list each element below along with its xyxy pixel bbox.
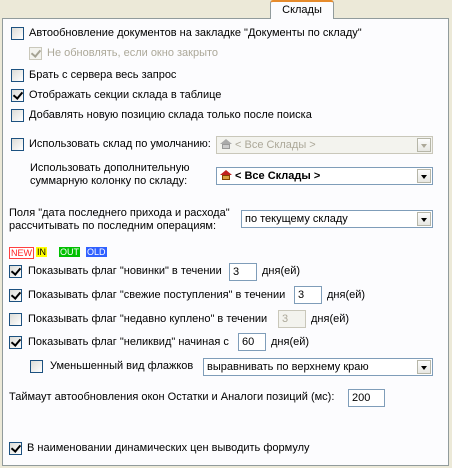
formula-label: В наименовании динамических цен выводить… [27,442,310,454]
badge-new: NEW [9,247,34,259]
no-update-closed-label: Не обновлять, если окно закрыто [47,47,219,59]
new-days-input[interactable]: 3 [229,263,257,281]
date-fields-label-2: рассчитывать по последним операциям: [9,220,217,232]
auto-update-docs-checkbox[interactable] [11,27,24,40]
chevron-down-icon[interactable] [417,138,431,152]
formula-checkbox[interactable] [9,442,22,455]
use-default-warehouse-checkbox[interactable] [11,138,24,151]
extra-column-label-2: суммарную колонку по складу: [30,175,188,187]
show-sections-checkbox[interactable] [11,89,24,102]
fetch-full-query-label: Брать с сервера весь запрос [29,69,177,81]
chevron-down-icon[interactable] [417,169,431,183]
fresh-flag-label: Показывать флаг "свежие поступления" в т… [28,289,286,301]
fetch-full-query-checkbox[interactable] [11,69,24,82]
timeout-input[interactable]: 200 [348,389,385,407]
warehouse-icon [220,170,232,180]
days-unit-label: дня(ей) [311,313,350,325]
small-flags-label: Уменьшенный вид флажков [50,360,194,372]
tab-warehouses[interactable]: Склады [270,0,334,19]
recent-flag-checkbox[interactable] [9,313,22,326]
recent-days-input[interactable]: 3 [278,310,306,328]
new-flag-checkbox[interactable] [9,265,22,278]
fresh-flag-checkbox[interactable] [9,289,22,302]
extra-column-value: < Все Склады > [235,170,321,182]
small-flags-checkbox[interactable] [30,360,43,373]
chevron-down-icon[interactable] [417,212,431,226]
add-after-search-checkbox[interactable] [11,109,24,122]
recent-flag-label: Показывать флаг "недавно куплено" в тече… [28,313,268,325]
badge-in: IN [36,247,47,257]
add-after-search-label: Добавлять новую позицию склада только по… [29,109,312,121]
timeout-label: Таймаут автообновления окон Остатки и Ан… [9,391,335,403]
tab-label: Склады [282,4,322,16]
fresh-days-input[interactable]: 3 [294,286,322,304]
date-fields-select[interactable]: по текущему складу [241,210,433,228]
align-select[interactable]: выравнивать по верхнему краю [203,358,433,376]
show-sections-label: Отображать секции склада в таблице [29,89,222,101]
extra-column-select[interactable]: < Все Склады > [216,167,433,185]
illiquid-days-input[interactable]: 60 [238,333,266,351]
date-fields-label-1: Поля "дата последнего прихода и расхода" [9,207,230,219]
default-warehouse-value: < Все Склады > [235,139,316,151]
no-update-closed-checkbox[interactable] [29,47,42,60]
align-value: выравнивать по верхнему краю [207,361,369,373]
days-unit-label: дня(ей) [327,289,366,301]
new-flag-label: Показывать флаг "новинки" в течении [28,265,222,277]
date-fields-value: по текущему складу [245,213,348,225]
days-unit-label: дня(ей) [271,336,310,348]
use-default-warehouse-label: Использовать склад по умолчанию: [29,138,211,150]
illiquid-flag-label: Показывать флаг "неликвид" начиная с [28,336,229,348]
badge-out: OUT [59,247,80,257]
illiquid-flag-checkbox[interactable] [9,336,22,349]
chevron-down-icon[interactable] [417,360,431,374]
days-unit-label: дня(ей) [262,265,301,277]
badge-old: OLD [86,247,107,257]
extra-column-label-1: Использовать дополнительную [30,162,190,174]
default-warehouse-select[interactable]: < Все Склады > [216,136,433,154]
auto-update-docs-label: Автообновление документов на закладке "Д… [29,27,362,39]
warehouse-icon [220,139,232,149]
